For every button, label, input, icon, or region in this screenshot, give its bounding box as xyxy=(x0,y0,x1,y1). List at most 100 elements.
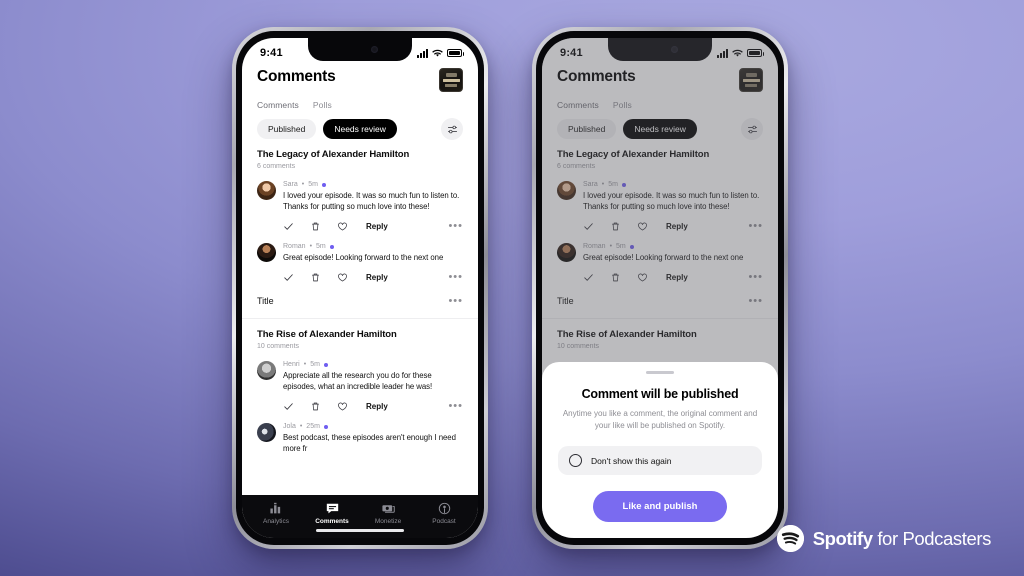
tab-bar: Comments Polls xyxy=(242,92,478,110)
heart-icon[interactable] xyxy=(337,401,348,412)
page-title: Comments xyxy=(257,68,336,85)
phone-screen-left: 9:41 Comments Comments Polls Published N… xyxy=(242,38,478,538)
meta-separator: • xyxy=(309,243,313,251)
episode-comment-count: 10 comments xyxy=(257,343,300,351)
tab-comments[interactable]: Comments xyxy=(257,100,299,110)
radio-button-icon[interactable] xyxy=(569,454,582,467)
bottom-sheet-modal: Comment will be published Anytime you li… xyxy=(542,362,778,538)
status-time: 9:41 xyxy=(260,47,283,59)
more-horizontal-icon[interactable]: ••• xyxy=(448,401,463,412)
check-icon[interactable] xyxy=(283,401,294,412)
unread-dot-icon xyxy=(323,362,328,367)
comment-actions: Reply ••• xyxy=(283,221,463,232)
trash-icon[interactable] xyxy=(310,221,321,232)
comment-time: 25m xyxy=(306,423,320,431)
phone-mockup-left: 9:41 Comments Comments Polls Published N… xyxy=(232,27,488,549)
meta-separator: • xyxy=(303,361,307,369)
episode-comment-count: 6 comments xyxy=(257,163,296,170)
comment-item: Sara • 5m I loved your episode. It was s… xyxy=(242,181,478,232)
title-row-label: Title xyxy=(257,296,274,307)
comment-author: Henri xyxy=(283,361,300,369)
comment-item: Jola • 25m Best podcast, these episodes … xyxy=(242,423,478,454)
spotify-wordmark: Spotify for Podcasters xyxy=(812,527,992,550)
heart-icon[interactable] xyxy=(337,272,348,283)
bar-chart-icon xyxy=(269,502,284,515)
dont-show-again-row[interactable]: Don't show this again xyxy=(558,446,762,475)
comment-item: Henri • 5m Appreciate all the research y… xyxy=(242,361,478,412)
more-horizontal-icon[interactable]: ••• xyxy=(448,221,463,232)
nav-item-analytics[interactable]: Analytics xyxy=(248,502,304,525)
more-horizontal-icon[interactable]: ••• xyxy=(448,272,463,283)
tab-polls[interactable]: Polls xyxy=(313,100,332,110)
episode-header: The Rise of Alexander Hamilton 10 commen… xyxy=(242,329,478,350)
reply-button[interactable]: Reply xyxy=(366,273,388,282)
comment-author: Roman xyxy=(283,243,306,251)
microphone-broadcast-icon xyxy=(437,502,452,515)
comment-actions: Reply ••• xyxy=(283,401,463,412)
comment-meta: Roman • 5m xyxy=(283,243,463,250)
unread-dot-icon xyxy=(323,424,328,429)
unread-dot-icon xyxy=(329,244,334,249)
more-horizontal-icon[interactable]: ••• xyxy=(448,295,463,306)
comments-feed[interactable]: The Legacy of Alexander Hamilton 6 comme… xyxy=(242,140,478,495)
spotify-name: Spotify xyxy=(812,527,873,549)
comment-text: Appreciate all the research you do for t… xyxy=(283,371,433,392)
sheet-grabber-handle[interactable] xyxy=(646,371,674,374)
comment-text: Best podcast, these episodes aren't enou… xyxy=(283,433,456,454)
status-icons xyxy=(417,48,464,58)
chip-needs-review[interactable]: Needs review xyxy=(323,119,397,139)
meta-separator: • xyxy=(299,423,303,431)
comment-author: Sara xyxy=(283,181,298,188)
nav-label: Monetize xyxy=(374,517,402,525)
like-and-publish-button[interactable]: Like and publish xyxy=(592,491,728,522)
comment-meta: Sara • 5m xyxy=(283,181,463,188)
bottom-navigation: Analytics Comments Monetize Podcast xyxy=(242,494,478,529)
battery-full-icon xyxy=(447,49,464,57)
avatar[interactable] xyxy=(257,423,276,443)
phone-bezel: 9:41 Comments Comments Polls Published N… xyxy=(236,31,484,545)
episode-title: The Rise of Alexander Hamilton xyxy=(257,329,397,341)
iphone-notch xyxy=(308,38,412,61)
comment-author: Jola xyxy=(283,423,296,431)
avatar[interactable] xyxy=(257,361,276,381)
comment-time: 5m xyxy=(310,361,320,369)
comment-time: 5m xyxy=(316,243,326,251)
comment-item: Roman • 5m Great episode! Looking forwar… xyxy=(242,243,478,283)
check-icon[interactable] xyxy=(283,221,294,232)
sliders-filter-icon[interactable] xyxy=(441,118,463,140)
chip-published[interactable]: Published xyxy=(257,119,317,139)
reply-button[interactable]: Reply xyxy=(366,402,388,411)
nav-item-podcast[interactable]: Podcast xyxy=(416,502,472,525)
nav-item-monetize[interactable]: Monetize xyxy=(360,502,416,525)
front-camera-icon xyxy=(370,46,378,53)
check-icon[interactable] xyxy=(283,272,294,283)
money-icon xyxy=(381,502,396,515)
meta-separator: • xyxy=(301,181,305,188)
home-indicator xyxy=(242,528,478,538)
nav-item-comments[interactable]: Comments xyxy=(304,502,360,525)
comment-bubble-icon xyxy=(325,502,340,515)
episode-title: The Legacy of Alexander Hamilton xyxy=(257,149,410,160)
cellular-bars-icon xyxy=(417,48,428,58)
reply-button[interactable]: Reply xyxy=(366,222,388,231)
nav-label: Analytics xyxy=(262,517,289,525)
title-row[interactable]: Title ••• xyxy=(242,283,478,320)
spotify-icon xyxy=(776,525,804,552)
comment-meta: Henri • 5m xyxy=(283,361,463,368)
dont-show-again-label: Don't show this again xyxy=(591,455,672,466)
trash-icon[interactable] xyxy=(310,272,321,283)
comment-text: Great episode! Looking forward to the ne… xyxy=(283,253,444,263)
nav-label: Comments xyxy=(315,517,349,525)
avatar[interactable] xyxy=(257,243,276,263)
modal-title: Comment will be published xyxy=(581,387,739,401)
trash-icon[interactable] xyxy=(310,401,321,412)
episode-header: The Legacy of Alexander Hamilton 6 comme… xyxy=(242,149,478,170)
modal-body-text: Anytime you like a comment, the original… xyxy=(562,409,758,430)
heart-icon[interactable] xyxy=(337,221,348,232)
phone-mockup-right: 9:41 Comments Comments Polls Published N… xyxy=(532,27,788,549)
podcast-cover-art[interactable] xyxy=(439,68,463,92)
unread-dot-icon xyxy=(321,182,326,187)
app-header: Comments xyxy=(242,64,478,92)
spotify-for-podcasters-logo: Spotify for Podcasters xyxy=(776,525,992,552)
avatar[interactable] xyxy=(257,181,276,200)
